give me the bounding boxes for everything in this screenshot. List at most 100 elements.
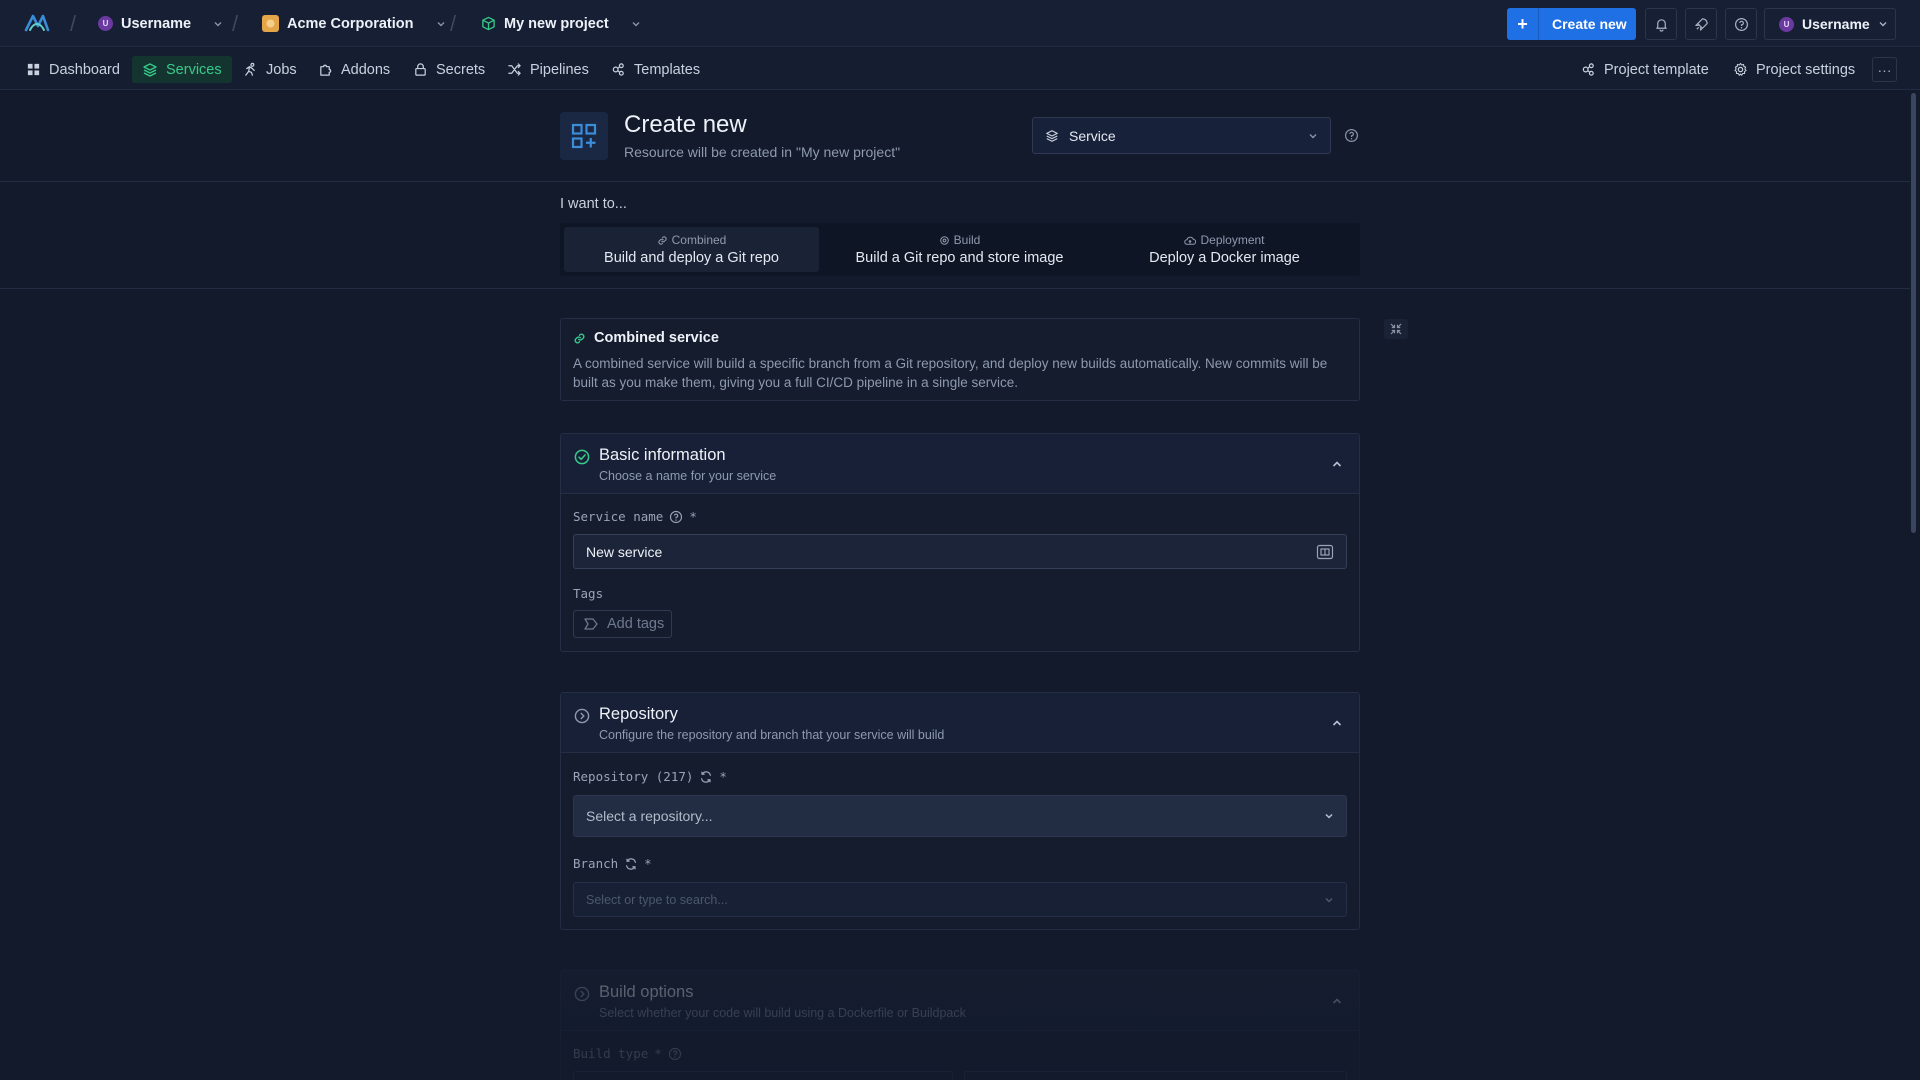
- chevron-up-icon[interactable]: [1331, 995, 1343, 1007]
- scrollbar-thumb[interactable]: [1911, 93, 1916, 533]
- tags-label: Tags: [573, 586, 604, 601]
- user-menu-button[interactable]: U Username: [1764, 8, 1896, 40]
- intent-option-deployment-small: Deployment: [1200, 233, 1265, 247]
- section-subtitle: Select whether your code will build usin…: [599, 1006, 966, 1020]
- help-icon[interactable]: [1344, 128, 1359, 143]
- project-settings-label: Project settings: [1756, 61, 1856, 78]
- dashboard-icon: [26, 62, 41, 77]
- required-marker: *: [654, 1046, 662, 1061]
- nav-secrets[interactable]: Secrets: [403, 56, 495, 83]
- branch-label-text: Branch: [573, 856, 619, 871]
- info-description: A combined service will build a specific…: [573, 356, 1328, 390]
- required-marker: *: [689, 509, 697, 524]
- plus-icon: +: [1507, 8, 1539, 40]
- chevron-up-icon[interactable]: [1331, 717, 1343, 729]
- breadcrumb-separator: /: [450, 11, 457, 36]
- repository-label: Repository (217) *: [573, 769, 727, 784]
- project-settings-link[interactable]: Project settings: [1733, 56, 1855, 83]
- nav-dashboard[interactable]: Dashboard: [16, 56, 130, 83]
- basic-information-header[interactable]: Basic information Choose a name for your…: [561, 434, 1359, 494]
- intent-option-deployment[interactable]: Deployment Deploy a Docker image: [1097, 227, 1352, 272]
- nav-pipelines-label: Pipelines: [530, 61, 589, 78]
- breadcrumb-project[interactable]: My new project: [481, 0, 641, 47]
- breadcrumb-user[interactable]: U Username: [98, 0, 223, 47]
- chevron-down-icon: [1308, 131, 1318, 141]
- chevron-circle-icon: [574, 708, 590, 724]
- service-name-input[interactable]: New service: [573, 534, 1347, 569]
- nav-pipelines[interactable]: Pipelines: [497, 56, 599, 83]
- basic-information-section: Basic information Choose a name for your…: [560, 433, 1360, 652]
- chevron-up-icon[interactable]: [1331, 458, 1343, 470]
- repository-select[interactable]: Select a repository...: [573, 795, 1347, 837]
- resource-type-select[interactable]: Service: [1032, 117, 1331, 154]
- collapse-all-button[interactable]: [1384, 319, 1408, 339]
- build-type-option-dockerfile[interactable]: [573, 1071, 953, 1080]
- gear-icon: [1733, 62, 1748, 77]
- create-new-button[interactable]: + Create new: [1507, 8, 1636, 40]
- resource-type-value: Service: [1069, 127, 1116, 144]
- nav-addons[interactable]: Addons: [308, 56, 400, 83]
- chevron-circle-icon: [574, 986, 590, 1002]
- question-circle-icon[interactable]: [668, 1047, 682, 1061]
- create-new-label: Create new: [1552, 16, 1627, 32]
- build-options-header[interactable]: Build options Select whether your code w…: [561, 971, 1359, 1031]
- intent-segmented-control: Combined Build and deploy a Git repo Bui…: [560, 223, 1360, 276]
- branch-select[interactable]: Select or type to search...: [573, 882, 1347, 917]
- layers-icon: [142, 62, 158, 78]
- deploy-button[interactable]: [1685, 8, 1717, 40]
- layers-icon: [1045, 129, 1059, 143]
- random-name-icon[interactable]: [1316, 543, 1334, 561]
- more-options-button[interactable]: ···: [1872, 57, 1897, 82]
- page-title: Create new: [624, 111, 747, 138]
- build-options-section: Build options Select whether your code w…: [560, 970, 1360, 1080]
- top-bar: / U Username / Acme Corporation / My new…: [0, 0, 1920, 47]
- rocket-icon: [1694, 17, 1709, 32]
- intent-option-build[interactable]: Build Build a Git repo and store image: [832, 227, 1087, 272]
- nav-services[interactable]: Services: [132, 56, 232, 83]
- breadcrumb-project-label: My new project: [504, 15, 609, 32]
- refresh-icon[interactable]: [699, 770, 713, 784]
- project-cube-icon: [481, 16, 496, 31]
- project-template-label: Project template: [1604, 61, 1709, 78]
- collapse-icon: [1390, 323, 1402, 335]
- project-template-link[interactable]: Project template: [1581, 56, 1709, 83]
- service-name-label: Service name *: [573, 509, 697, 524]
- breadcrumb-separator: /: [70, 11, 77, 36]
- breadcrumb-user-label: Username: [121, 15, 192, 32]
- shuffle-icon: [507, 62, 522, 77]
- section-title: Basic information: [599, 446, 726, 464]
- check-circle-icon: [574, 449, 590, 465]
- breadcrumb-org[interactable]: Acme Corporation: [262, 0, 446, 47]
- required-marker: *: [644, 856, 652, 871]
- repository-header[interactable]: Repository Configure the repository and …: [561, 693, 1359, 753]
- nav-services-label: Services: [166, 61, 222, 78]
- intent-label: I want to...: [560, 196, 627, 212]
- repository-section: Repository Configure the repository and …: [560, 692, 1360, 930]
- help-button[interactable]: [1725, 8, 1757, 40]
- build-type-option-buildpack[interactable]: [964, 1071, 1347, 1080]
- add-tags-button[interactable]: Add tags: [573, 610, 672, 638]
- add-tags-label: Add tags: [607, 616, 665, 632]
- intent-option-combined[interactable]: Combined Build and deploy a Git repo: [564, 227, 819, 272]
- combined-service-info: Combined service A combined service will…: [560, 318, 1360, 401]
- ellipsis-icon: ···: [1877, 61, 1892, 78]
- repository-placeholder: Select a repository...: [586, 808, 713, 824]
- nav-jobs[interactable]: Jobs: [233, 56, 307, 83]
- required-marker: *: [719, 769, 727, 784]
- nav-dashboard-label: Dashboard: [49, 61, 120, 78]
- refresh-icon[interactable]: [624, 857, 638, 871]
- notifications-button[interactable]: [1645, 8, 1677, 40]
- question-circle-icon: [1734, 17, 1749, 32]
- chevron-down-icon: [1324, 895, 1334, 905]
- chevron-down-icon: [1324, 811, 1334, 821]
- section-title: Build options: [599, 983, 694, 1001]
- org-avatar-icon: [262, 15, 279, 32]
- chevron-down-icon: [1878, 19, 1888, 29]
- link-icon: [657, 235, 668, 246]
- app-logo-icon[interactable]: [24, 12, 50, 34]
- nav-jobs-label: Jobs: [266, 61, 297, 78]
- bell-icon: [1654, 17, 1669, 32]
- nav-templates[interactable]: Templates: [601, 56, 710, 83]
- question-circle-icon[interactable]: [669, 510, 683, 524]
- nav-secrets-label: Secrets: [436, 61, 486, 78]
